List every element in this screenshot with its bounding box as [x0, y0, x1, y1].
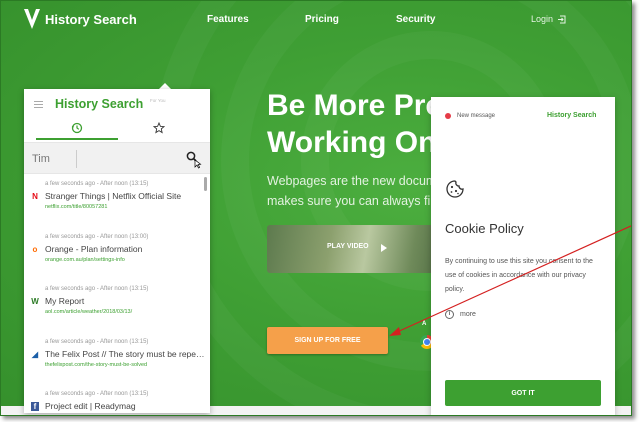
annotation-arrow: [389, 225, 631, 336]
page-frame: History Search Features Pricing Security…: [0, 0, 632, 416]
